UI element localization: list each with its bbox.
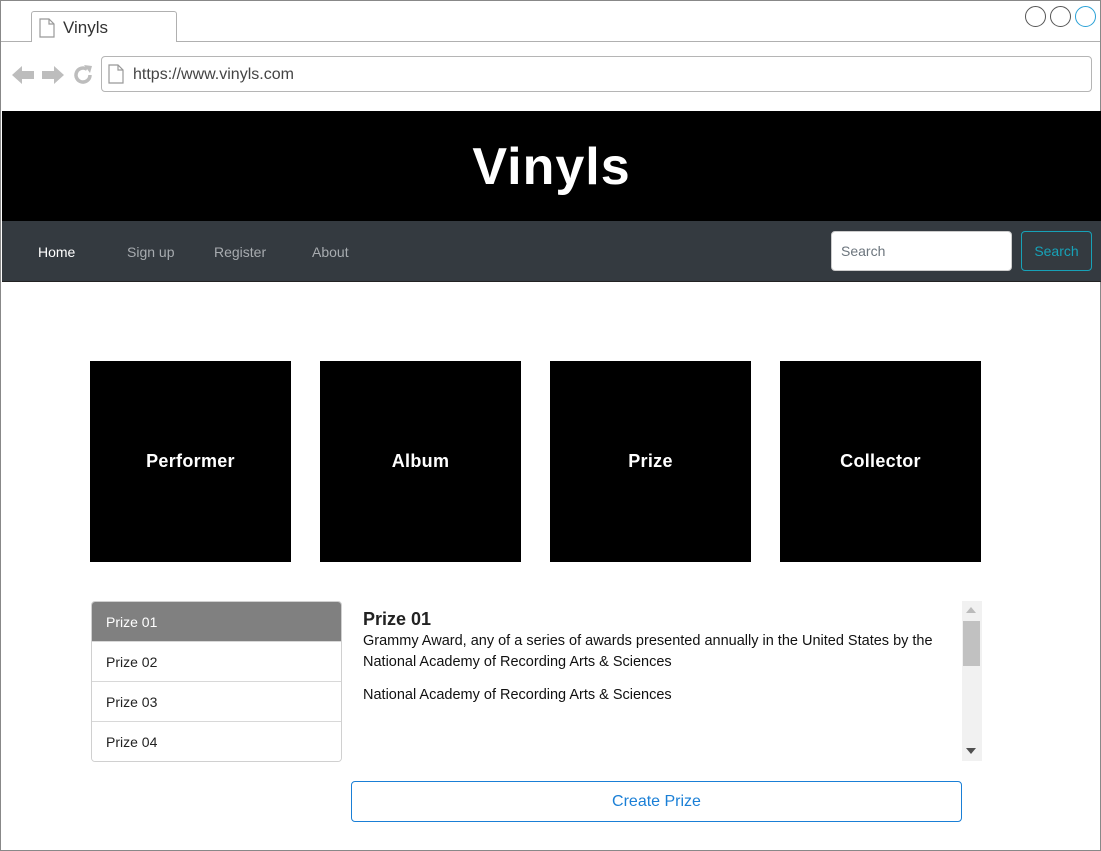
- reload-icon[interactable]: [71, 63, 95, 87]
- scroll-down-arrow-icon[interactable]: [966, 748, 976, 754]
- prize-detail-panel: Prize 01 Grammy Award, any of a series o…: [362, 601, 982, 762]
- url-text: https://www.vinyls.com: [133, 66, 294, 83]
- navbar: Home Sign up Register About Search: [2, 221, 1101, 282]
- nav-home[interactable]: Home: [38, 244, 75, 260]
- page-icon: [108, 64, 124, 84]
- prize-detail-title: Prize 01: [363, 609, 432, 629]
- close-button[interactable]: [1075, 6, 1096, 27]
- prize-detail-description: Grammy Award, any of a series of awards …: [363, 633, 933, 670]
- category-tile-prize[interactable]: Prize: [550, 361, 751, 562]
- category-tile-performer[interactable]: Performer: [90, 361, 291, 562]
- window-controls: [1025, 6, 1096, 27]
- search-button[interactable]: Search: [1021, 231, 1092, 271]
- page-icon: [39, 18, 55, 38]
- scroll-thumb[interactable]: [963, 621, 980, 666]
- tab-strip: Vinyls: [1, 1, 1100, 42]
- maximize-button[interactable]: [1050, 6, 1071, 27]
- scroll-up-arrow-icon[interactable]: [966, 607, 976, 613]
- address-bar[interactable]: https://www.vinyls.com: [101, 56, 1092, 92]
- tab-title: Vinyls: [63, 18, 109, 37]
- create-prize-button[interactable]: Create Prize: [351, 781, 962, 822]
- detail-scrollbar[interactable]: [962, 601, 982, 761]
- site-header: Vinyls: [2, 111, 1101, 221]
- nav-about[interactable]: About: [312, 244, 349, 260]
- nav-sign-up[interactable]: Sign up: [127, 244, 174, 260]
- prize-detail-organization: National Academy of Recording Arts & Sci…: [363, 687, 672, 703]
- category-tile-album[interactable]: Album: [320, 361, 521, 562]
- nav-register[interactable]: Register: [214, 244, 266, 260]
- prize-list: Prize 01 Prize 02 Prize 03 Prize 04: [91, 601, 342, 762]
- prize-list-item[interactable]: Prize 01: [92, 602, 341, 642]
- search-input[interactable]: [831, 231, 1012, 271]
- browser-tab[interactable]: Vinyls: [31, 11, 177, 42]
- prize-list-item[interactable]: Prize 03: [92, 682, 341, 722]
- back-arrow-icon[interactable]: [11, 64, 35, 86]
- forward-arrow-icon[interactable]: [41, 64, 65, 86]
- category-tile-collector[interactable]: Collector: [780, 361, 981, 562]
- browser-window: Vinyls https://www.vinyls.com Vinyls Hom…: [0, 0, 1101, 851]
- site-title: Vinyls: [472, 138, 631, 196]
- prize-list-item[interactable]: Prize 02: [92, 642, 341, 682]
- minimize-button[interactable]: [1025, 6, 1046, 27]
- prize-list-item[interactable]: Prize 04: [92, 722, 341, 761]
- nav-buttons: [11, 63, 95, 87]
